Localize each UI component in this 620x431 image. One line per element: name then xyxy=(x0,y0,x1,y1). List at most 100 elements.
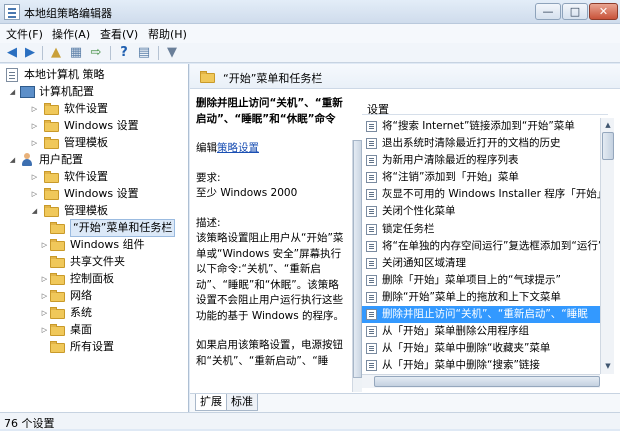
collapse-icon[interactable]: ◢ xyxy=(30,203,39,219)
setting-row[interactable]: 关闭通知区域清理 xyxy=(362,255,600,272)
tree-node-label: 控制面板 xyxy=(70,272,114,285)
expand-icon[interactable]: ▷ xyxy=(40,322,49,338)
setting-label: 删除并阻止访问“关机”、“重新启动”、“睡眠 xyxy=(382,308,588,321)
scroll-up-icon[interactable]: ▲ xyxy=(602,119,614,131)
expand-icon[interactable]: ▷ xyxy=(30,118,39,134)
settings-vertical-scrollbar[interactable]: ▲ ▼ xyxy=(600,118,614,374)
toolbar-separator xyxy=(42,46,43,60)
forward-arrow-icon[interactable]: ▶ xyxy=(22,45,38,61)
expand-icon[interactable]: ▷ xyxy=(40,237,49,253)
expand-icon[interactable]: ▷ xyxy=(40,288,49,304)
folder-icon xyxy=(50,222,66,234)
policy-setting-icon xyxy=(366,274,377,286)
expand-icon[interactable]: ▷ xyxy=(40,271,49,287)
setting-row[interactable]: 删除“开始”菜单上的拖放和上下文菜单 xyxy=(362,289,600,306)
minimize-button[interactable]: — xyxy=(535,3,561,20)
setting-row[interactable]: 从「开始」菜单删除公用程序组 xyxy=(362,323,600,340)
setting-row[interactable]: 将“注销”添加到「开始」菜单 xyxy=(362,169,600,186)
setting-row[interactable]: 将“在单独的内存空间运行”复选框添加到“运行” xyxy=(362,238,600,255)
show-hide-tree-icon[interactable]: ▦ xyxy=(68,45,84,61)
description-text: 该策略设置阻止用户从“开始”菜单或“Windows 安全”屏幕执行以下命令:“关… xyxy=(196,232,345,322)
computer-icon xyxy=(20,86,35,98)
setting-label: 从「开始」菜单中删除“搜索”链接 xyxy=(382,359,540,372)
folder-icon xyxy=(50,341,66,353)
policy-setting-icon xyxy=(366,206,377,218)
settings-column-header[interactable]: 设置 xyxy=(362,98,608,116)
view-tabs: 扩展 标准 xyxy=(190,393,620,412)
setting-row[interactable]: 删除「开始」菜单项目上的“气球提示” xyxy=(362,272,600,289)
policy-title: 删除并阻止访问“关机”、“重新启动”、“睡眠”和“休眠”命令 xyxy=(196,97,343,125)
toolbar: ◀ ▶ ▲ ▦ ⇨ ? ▤ ▼ xyxy=(0,43,620,63)
setting-label: 灰显不可用的 Windows Installer 程序「开始」菜 xyxy=(382,188,600,201)
setting-row[interactable]: 从「开始」菜单中删除“收藏夹”菜单 xyxy=(362,340,600,357)
policy-description-panel: 删除并阻止访问“关机”、“重新启动”、“睡眠”和“休眠”命令 编辑策略设置 要求… xyxy=(196,96,348,370)
description-label: 描述: xyxy=(196,216,221,229)
setting-label: 将“在单独的内存空间运行”复选框添加到“运行” xyxy=(382,239,600,252)
setting-row[interactable]: 关闭个性化菜单 xyxy=(362,203,600,220)
expand-icon[interactable]: ▷ xyxy=(30,135,39,151)
collapse-icon[interactable]: ◢ xyxy=(8,84,17,100)
tab-standard[interactable]: 标准 xyxy=(226,394,258,411)
folder-icon xyxy=(50,273,66,285)
menu-help[interactable]: 帮助(H) xyxy=(148,26,187,42)
tree-node-label: 桌面 xyxy=(70,323,92,336)
folder-icon xyxy=(44,171,60,183)
scroll-thumb[interactable] xyxy=(602,132,614,160)
edit-policy-link[interactable]: 策略设置 xyxy=(217,142,259,154)
toolbar-separator xyxy=(110,46,111,60)
tree-node-label: Windows 组件 xyxy=(70,238,145,251)
setting-label: 关闭通知区域清理 xyxy=(382,256,466,269)
description-more-text: 如果启用该策略设置，电源按钮和“关机”、“重新启动”、“睡眠”和“休眠”命令将从… xyxy=(196,339,343,367)
folder-icon xyxy=(44,188,60,200)
policy-setting-icon xyxy=(366,121,377,132)
export-list-icon[interactable]: ⇨ xyxy=(88,45,104,61)
tree-node-label: Windows 设置 xyxy=(64,187,139,200)
folder-icon xyxy=(200,71,216,83)
back-arrow-icon[interactable]: ◀ xyxy=(4,45,20,61)
setting-row[interactable]: 退出系统时清除最近打开的文档的历史 xyxy=(362,135,600,152)
policy-setting-icon xyxy=(366,223,377,235)
menu-action[interactable]: 操作(A) xyxy=(52,26,90,42)
filter-icon[interactable]: ▼ xyxy=(164,45,180,61)
scroll-thumb[interactable] xyxy=(353,140,362,378)
expand-icon[interactable]: ▷ xyxy=(30,186,39,202)
setting-label: 为新用户清除最近的程序列表 xyxy=(382,154,519,167)
tree-node-label: 软件设置 xyxy=(64,170,108,183)
column-header-label: 设置 xyxy=(367,103,389,116)
collapse-icon[interactable]: ◢ xyxy=(8,152,17,168)
settings-horizontal-scrollbar[interactable] xyxy=(362,374,600,388)
setting-label: 删除“开始”菜单上的拖放和上下文菜单 xyxy=(382,290,561,303)
setting-row[interactable]: 为新用户清除最近的程序列表 xyxy=(362,152,600,169)
tree-node-label: 共享文件夹 xyxy=(70,255,125,268)
scroll-thumb[interactable] xyxy=(374,376,600,387)
policy-setting-icon xyxy=(366,343,377,355)
tree-node-label: 用户配置 xyxy=(39,153,83,166)
setting-label: 删除「开始」菜单项目上的“气球提示” xyxy=(382,273,561,286)
maximize-button[interactable]: □ xyxy=(562,3,588,20)
description-scrollbar[interactable] xyxy=(352,140,362,392)
policy-setting-icon xyxy=(366,309,377,321)
tree-node-label: 网络 xyxy=(70,289,92,302)
tree-node-label: 所有设置 xyxy=(70,340,114,353)
setting-row[interactable]: 锁定任务栏 xyxy=(362,221,600,238)
scroll-down-icon[interactable]: ▼ xyxy=(602,360,614,372)
close-button[interactable]: ✕ xyxy=(589,3,618,20)
setting-row[interactable]: 删除并阻止访问“关机”、“重新启动”、“睡眠 xyxy=(362,306,600,324)
edit-prefix: 编辑 xyxy=(196,142,217,154)
tree-node-label: 系统 xyxy=(70,306,92,319)
menu-file[interactable]: 文件(F) xyxy=(6,26,43,42)
expand-icon[interactable]: ▷ xyxy=(40,305,49,321)
policy-setting-icon xyxy=(366,155,377,167)
properties-icon[interactable]: ▤ xyxy=(136,45,152,61)
tab-extended[interactable]: 扩展 xyxy=(195,394,227,411)
folder-icon xyxy=(50,307,66,319)
help-icon[interactable]: ? xyxy=(116,45,132,61)
setting-label: 将“搜索 Internet”链接添加到“开始”菜单 xyxy=(382,120,575,132)
setting-row[interactable]: 灰显不可用的 Windows Installer 程序「开始」菜 xyxy=(362,186,600,203)
setting-row[interactable]: 从「开始」菜单中删除“搜索”链接 xyxy=(362,357,600,374)
menu-view[interactable]: 查看(V) xyxy=(100,26,138,42)
setting-row[interactable]: 将“搜索 Internet”链接添加到“开始”菜单 xyxy=(362,118,600,135)
expand-icon[interactable]: ▷ xyxy=(30,101,39,117)
up-folder-icon[interactable]: ▲ xyxy=(48,45,64,61)
expand-icon[interactable]: ▷ xyxy=(30,169,39,185)
